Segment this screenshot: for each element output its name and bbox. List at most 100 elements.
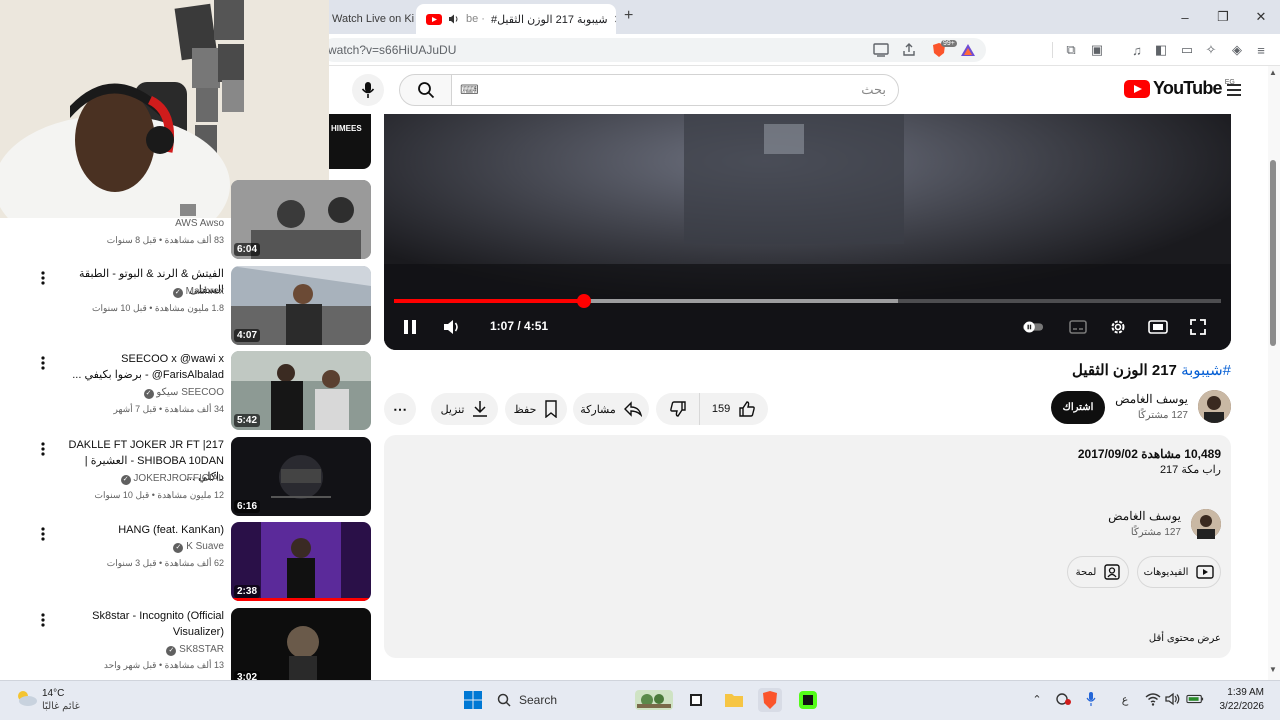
video-player[interactable]	[384, 114, 1231, 350]
brave-browser-icon[interactable]	[758, 688, 782, 712]
video-meta: 34 ألف مشاهدة • قبل 7 أشهر	[113, 404, 224, 414]
audio-playing-icon[interactable]	[448, 13, 460, 25]
video-hashtag[interactable]: #شيبوبة	[1181, 362, 1231, 379]
verified-icon: ✓	[166, 646, 177, 656]
verified-icon: ✓	[143, 389, 154, 399]
more-actions-button[interactable]: ⋯	[384, 393, 416, 425]
show-hidden-icons-chevron-icon[interactable]: ⌃	[1028, 690, 1046, 708]
microphone-tray-icon[interactable]	[1082, 690, 1100, 708]
brave-rewards-icon[interactable]	[959, 41, 977, 59]
volume-button[interactable]	[441, 316, 463, 338]
fullscreen-icon[interactable]	[1187, 316, 1209, 338]
video-title[interactable]: HANG (feat. KanKan)	[60, 522, 224, 538]
keyboard-icon[interactable]: ⌨	[460, 82, 479, 98]
subtitles-icon[interactable]	[1067, 316, 1089, 338]
channel-name[interactable]: SEECOO سيكو ✓	[60, 387, 224, 399]
task-view-icon[interactable]	[684, 688, 708, 712]
share-button[interactable]: مشاركة	[573, 393, 649, 425]
share-icon[interactable]	[900, 41, 918, 59]
search-button[interactable]	[399, 74, 452, 106]
recommendation-item[interactable]: 6:04 AWS Awso 83 ألف مشاهدة • قبل 8 سنوا…	[0, 180, 372, 260]
battery-icon[interactable]	[1186, 690, 1204, 708]
subscribe-button[interactable]: اشتراك	[1051, 391, 1105, 424]
widgets-landscape-icon[interactable]	[634, 688, 674, 712]
new-tab-button[interactable]: +	[624, 7, 633, 25]
cast-icon[interactable]	[872, 41, 890, 59]
autoplay-toggle[interactable]	[1022, 316, 1044, 338]
recommendation-item[interactable]: 2:38 HANG (feat. KanKan) K Suave ✓ 62 أل…	[0, 522, 372, 602]
more-actions-icon[interactable]	[38, 355, 48, 371]
brave-badge: 99+	[941, 40, 957, 47]
file-explorer-icon[interactable]	[722, 688, 746, 712]
verified-icon: ✓	[172, 288, 183, 298]
recommendation-item[interactable]: 6:16 217| DAKLLE FT JOKER JR FT SHIBOBA …	[0, 437, 372, 517]
maximize-button[interactable]: ❐	[1204, 0, 1242, 34]
channel-avatar[interactable]	[1198, 390, 1231, 423]
like-button[interactable]: 159	[700, 393, 768, 425]
windows-start-icon[interactable]	[461, 688, 485, 712]
vpn-icon[interactable]: ◈	[1228, 41, 1246, 59]
settings-gear-icon[interactable]	[1107, 316, 1129, 338]
channel-name[interactable]: SK8STAR ✓	[60, 644, 224, 656]
page-scrollbar[interactable]	[1268, 66, 1280, 680]
video-title-text: 217 الوزن الثقيل	[1072, 362, 1177, 379]
leo-ai-icon[interactable]: ✧	[1202, 41, 1220, 59]
thumbs-up-icon	[738, 400, 756, 418]
video-title[interactable]: SEECOO x @wawi x @FarisAlbalad - برضوا ب…	[60, 351, 224, 383]
channel-about-button[interactable]: لمحة	[1067, 556, 1129, 588]
more-actions-icon[interactable]	[38, 441, 48, 457]
kick-app-icon[interactable]	[796, 688, 820, 712]
weather-cloud-icon[interactable]	[14, 688, 38, 708]
tab-youtube-active[interactable]: be · #شيبوبة 217 الوزن الثقيل ✕	[416, 4, 616, 34]
clock-date[interactable]: 3/22/2026	[1210, 701, 1265, 712]
more-actions-icon[interactable]	[38, 270, 48, 286]
save-button[interactable]: حفظ	[505, 393, 567, 425]
extensions-icon[interactable]: ⧉	[1062, 41, 1080, 59]
channel-videos-button[interactable]: الفيديوهات	[1137, 556, 1221, 588]
video-thumbnail[interactable]	[231, 608, 371, 680]
description-channel-name[interactable]: يوسف الغامض	[1000, 509, 1181, 523]
pause-button[interactable]	[399, 316, 421, 338]
more-actions-icon[interactable]	[38, 612, 48, 628]
sidebar-icon[interactable]: ◧	[1152, 41, 1170, 59]
input-language[interactable]: ع	[1116, 690, 1134, 708]
verified-icon: ✓	[173, 543, 184, 553]
theater-mode-icon[interactable]	[1147, 316, 1169, 338]
wallet-icon[interactable]: ▭	[1178, 41, 1196, 59]
menu-icon[interactable]: ≡	[1252, 41, 1270, 59]
recommendation-item[interactable]: 5:42 SEECOO x @wawi x @FarisAlbalad - بر…	[0, 351, 372, 431]
clock-time[interactable]: 1:39 AM	[1210, 687, 1264, 698]
recommendation-item[interactable]: 4:07 الفيتش & الرند & البوتو - الطبقة ال…	[0, 266, 372, 346]
scroll-down-arrow-icon[interactable]: ▼	[1269, 665, 1277, 674]
channel-name[interactable]: K Suave ✓	[60, 541, 224, 553]
description-channel-avatar[interactable]	[1191, 509, 1221, 539]
youtube-logo[interactable]: YouTube EG	[1124, 78, 1235, 99]
tab-close-icon[interactable]: ✕	[614, 13, 616, 26]
recommendation-item[interactable]: 3:02 Sk8star - Incognito (Official Visua…	[0, 608, 372, 680]
scroll-up-arrow-icon[interactable]: ▲	[1269, 68, 1277, 77]
guide-menu-icon[interactable]	[1224, 80, 1244, 100]
music-icon[interactable]: ♫	[1128, 41, 1146, 59]
download-button[interactable]: تنزيل	[431, 393, 498, 425]
more-actions-icon[interactable]	[38, 526, 48, 542]
channel-name[interactable]: AWS Awso	[60, 218, 224, 229]
video-title[interactable]: Sk8star - Incognito (Official Visualizer…	[60, 608, 224, 640]
tab-kick[interactable]: Watch Live on Kick	[322, 4, 414, 34]
close-window-button[interactable]: ✕	[1242, 0, 1280, 34]
dislike-button[interactable]	[656, 393, 700, 425]
minimize-button[interactable]: –	[1166, 0, 1204, 34]
microphone-icon	[361, 81, 375, 99]
speaker-icon[interactable]	[1164, 690, 1182, 708]
taskbar-search[interactable]: Search	[497, 687, 627, 713]
video-duration: 6:16	[234, 500, 261, 513]
reader-icon[interactable]: ▣	[1088, 41, 1106, 59]
channel-name[interactable]: Mashrex ✓	[60, 286, 224, 298]
top-partial-thumbnail[interactable]: HIMEES	[329, 114, 371, 169]
voice-search-button[interactable]	[352, 74, 384, 106]
wifi-icon[interactable]	[1144, 690, 1162, 708]
channel-name[interactable]: JOKERJROFFICIAL ✓	[60, 473, 224, 485]
show-less-button[interactable]: عرض محتوى أقل	[1100, 633, 1221, 644]
search-input[interactable]: ⌨ بحث	[451, 74, 899, 106]
recording-indicator-icon[interactable]	[1055, 690, 1073, 708]
scrollbar-thumb[interactable]	[1270, 160, 1276, 346]
